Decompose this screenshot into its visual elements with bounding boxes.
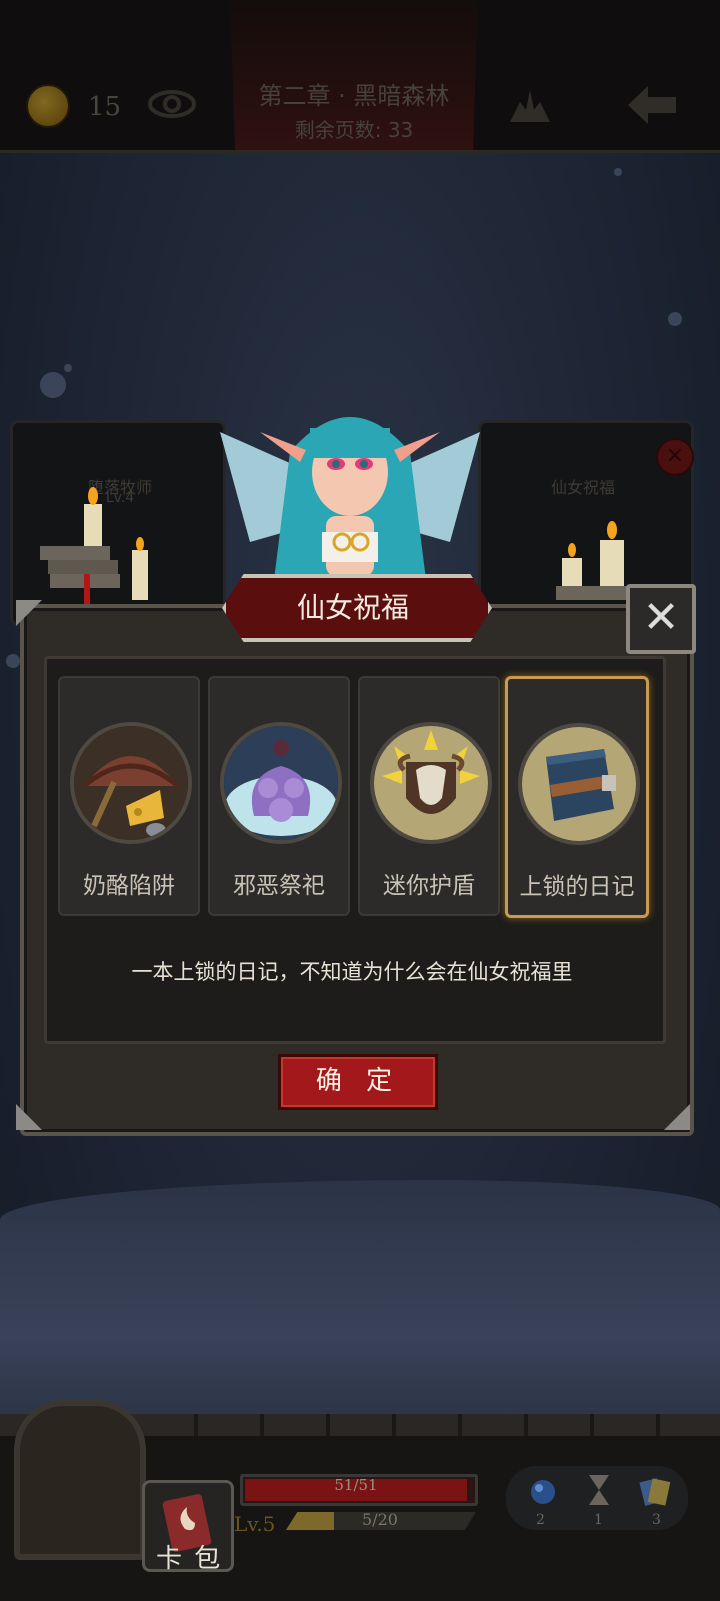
potion-count: 2 [536, 1512, 545, 1528]
dialog-title: 仙女祝福 [296, 591, 409, 624]
snowflake [614, 168, 622, 176]
locked-diary-icon [518, 723, 640, 845]
snowflake [64, 364, 72, 372]
cards-count: 3 [652, 1512, 661, 1528]
option-evil-ritual[interactable]: 邪恶祭祀 [208, 676, 350, 916]
cheese-trap-icon [70, 722, 192, 844]
close-badge-icon: × [656, 438, 694, 476]
top-bar: 15 第二章 · 黑暗森林 剩余页数: 33 [0, 0, 720, 153]
experience-text: 5/20 [362, 1510, 398, 1529]
option-mini-shield[interactable]: 迷你护盾 [358, 676, 500, 916]
confirm-button[interactable]: 确 定 [278, 1054, 438, 1110]
close-button[interactable]: ✕ [626, 584, 696, 654]
option-label: 邪恶祭祀 [233, 873, 325, 899]
evil-ritual-icon [220, 722, 342, 844]
card-bag-label: 卡 包 [156, 1544, 223, 1574]
background-card-right-title: 仙女祝福 [550, 478, 615, 497]
cards-icon[interactable] [638, 1474, 672, 1508]
snowflake [668, 312, 682, 326]
health-text: 51/51 [334, 1476, 378, 1494]
potion-icon[interactable] [528, 1476, 558, 1506]
player-level: Lv.5 [234, 1512, 276, 1536]
overlay-dim [0, 0, 720, 150]
snowflake [40, 372, 66, 398]
mini-shield-icon [370, 722, 492, 844]
snowflake [6, 654, 20, 668]
hourglass-count: 1 [594, 1512, 603, 1528]
option-label: 奶酪陷阱 [83, 873, 175, 899]
candles-left-icon [40, 487, 148, 604]
hourglass-icon[interactable] [586, 1472, 612, 1508]
option-label: 迷你护盾 [383, 873, 475, 899]
door-icon[interactable] [14, 1400, 146, 1560]
option-locked-diary[interactable]: 上锁的日记 [505, 676, 649, 918]
option-label: 上锁的日记 [519, 874, 635, 900]
option-cheese-trap[interactable]: 奶酪陷阱 [58, 676, 200, 916]
option-description: 一本上锁的日记，不知道为什么会在仙女祝福里 [131, 960, 573, 984]
